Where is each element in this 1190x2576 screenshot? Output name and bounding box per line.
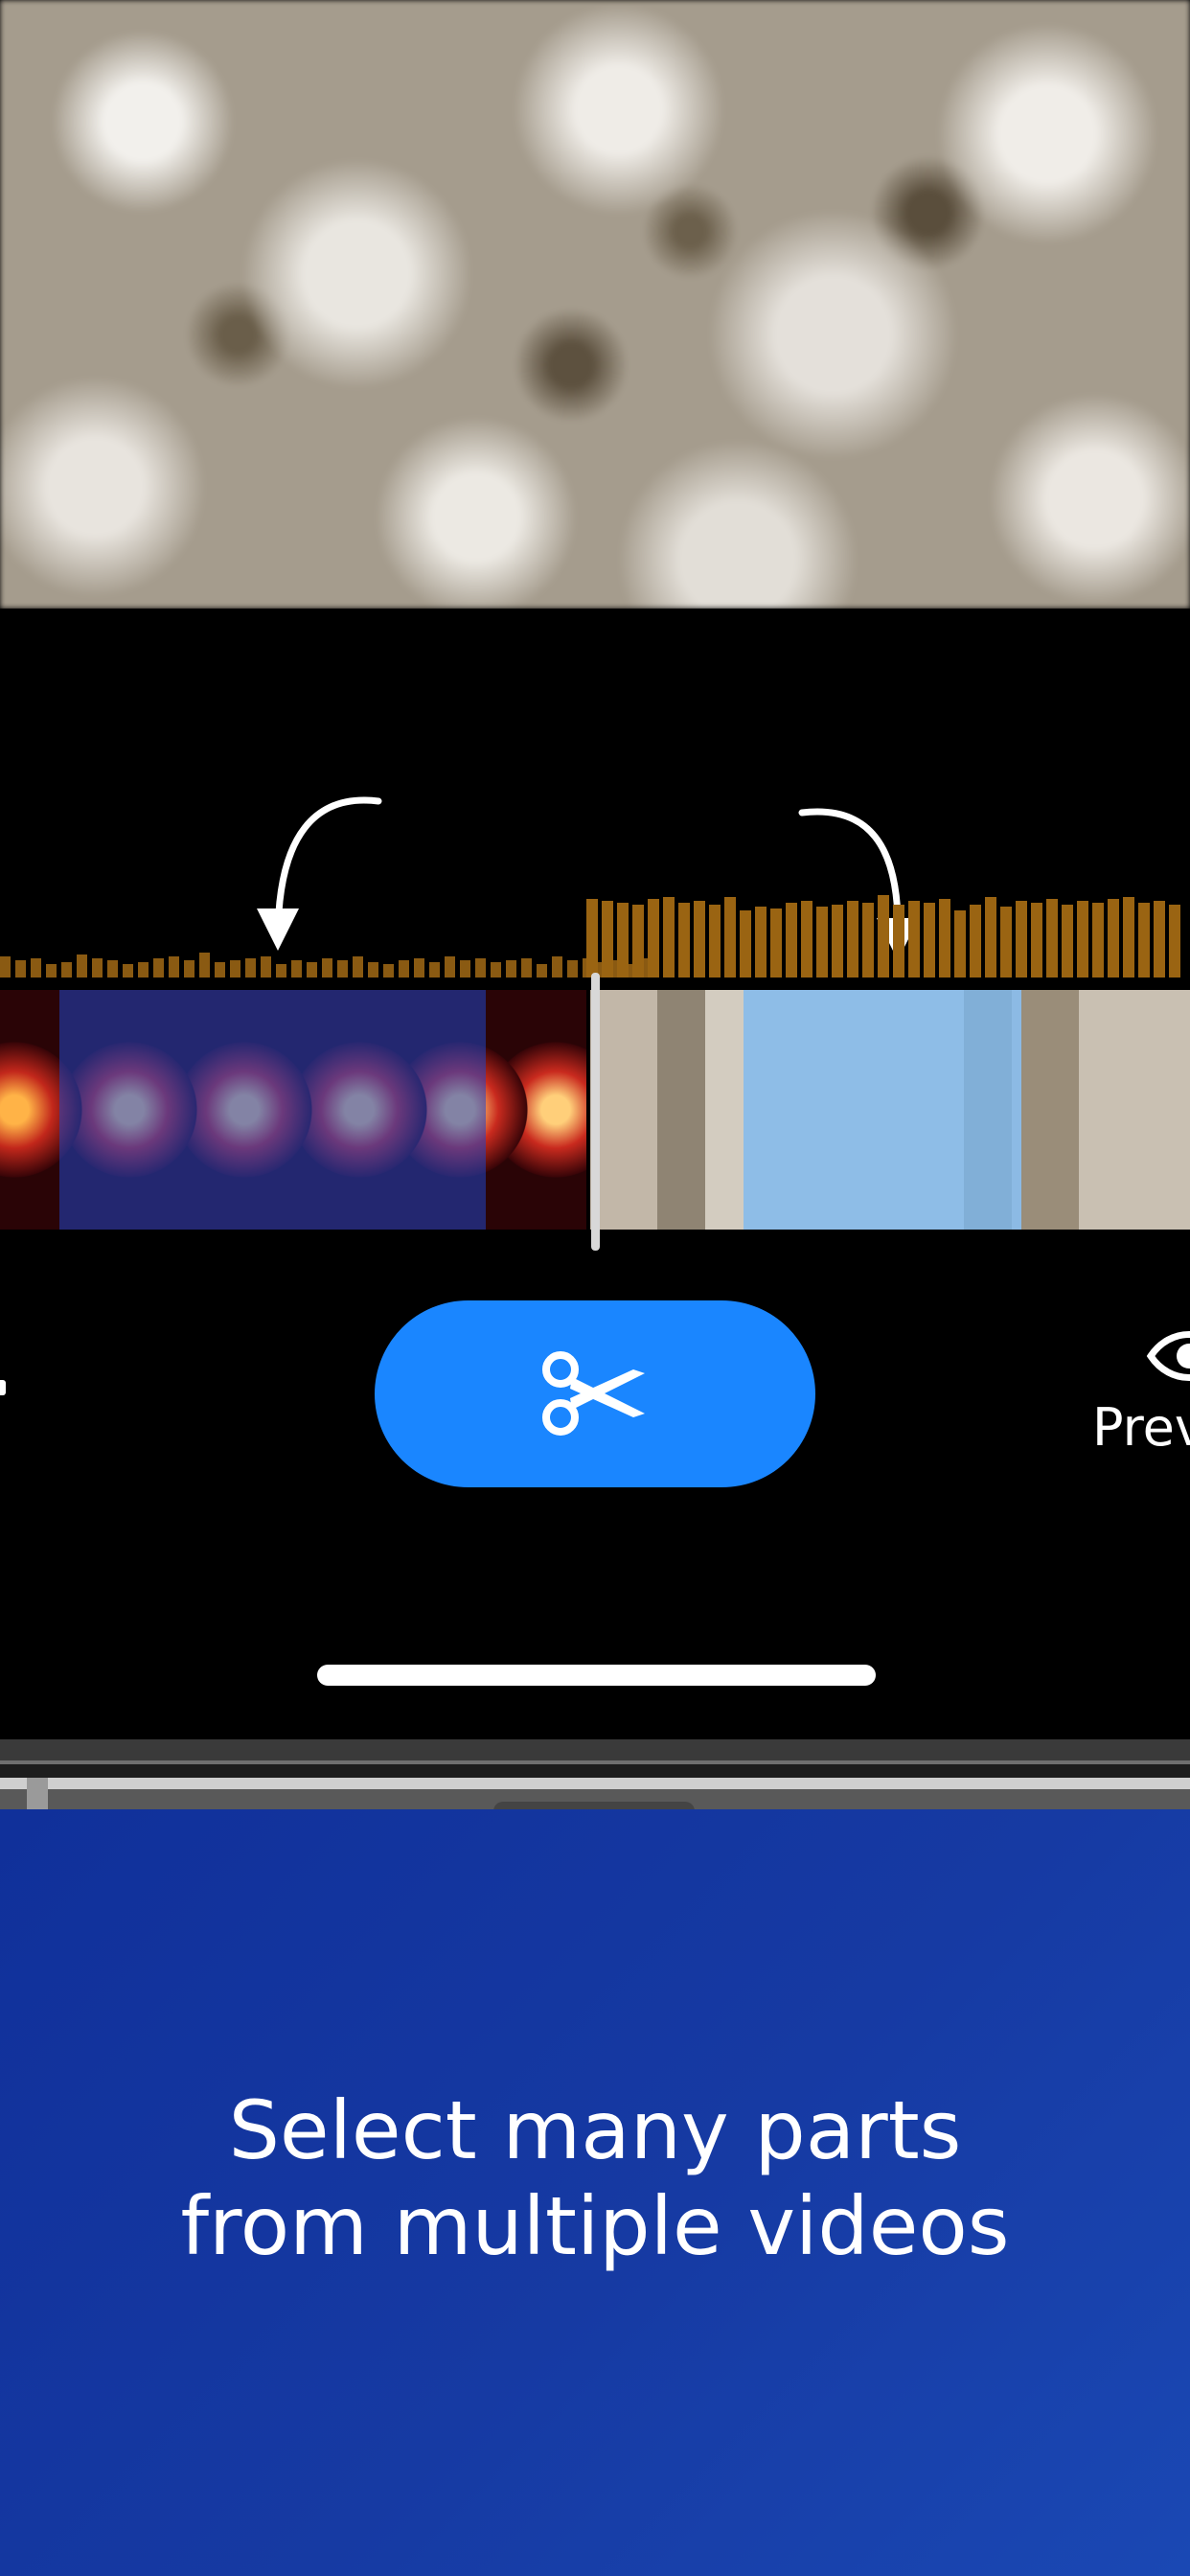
waveform-bar <box>521 958 532 978</box>
waveform-bar <box>694 901 705 978</box>
waveform-bar <box>245 958 256 978</box>
waveform-bar <box>445 956 455 978</box>
waveform-bar <box>893 905 904 978</box>
waveform-bar <box>107 960 118 978</box>
scissors-icon <box>542 1350 645 1436</box>
waveform-bar <box>184 960 195 978</box>
waveform-bar <box>1092 903 1104 978</box>
selected-range-right[interactable] <box>744 990 1021 1230</box>
waveform-bar <box>939 899 950 978</box>
waveform-bar <box>491 962 501 978</box>
waveform-bar <box>291 960 302 978</box>
home-indicator[interactable] <box>317 1665 876 1686</box>
audio-waveform <box>0 891 1190 978</box>
device-frame-button <box>27 1778 48 1810</box>
waveform-bar <box>924 903 935 978</box>
waveform-bar <box>307 962 317 978</box>
waveform-bar <box>908 901 920 978</box>
waveform-bar <box>632 905 644 978</box>
waveform-bar <box>46 964 57 978</box>
waveform-bar <box>602 901 613 978</box>
waveform-bar <box>847 901 858 978</box>
waveform-bar <box>368 962 378 978</box>
waveform-bar <box>878 895 889 978</box>
playhead[interactable] <box>591 973 600 1251</box>
selected-range-left[interactable] <box>59 990 486 1230</box>
waveform-bar <box>31 958 41 978</box>
waveform-bar <box>138 962 149 978</box>
caption-line-1: Select many parts <box>228 2083 962 2177</box>
waveform-bar <box>169 956 179 978</box>
waveform-bar <box>261 956 271 978</box>
waveform-bar <box>770 908 782 978</box>
waveform-bar <box>786 903 797 978</box>
waveform-bar <box>460 960 470 978</box>
waveform-bar <box>755 907 767 978</box>
cut-button[interactable] <box>375 1300 815 1487</box>
waveform-bar <box>475 958 486 978</box>
waveform-bar <box>537 964 547 978</box>
waveform-bar <box>648 899 659 978</box>
waveform-bar <box>1062 905 1073 978</box>
waveform-bar <box>199 953 210 978</box>
preview-control[interactable]: Prev <box>1092 1313 1190 1466</box>
waveform-bar <box>832 905 843 978</box>
caption-panel: Select many parts from multiple videos <box>0 1809 1190 2576</box>
waveform-bar <box>1046 899 1058 978</box>
waveform-bar <box>1123 897 1134 978</box>
waveform-bar <box>1016 901 1027 978</box>
waveform-left-clip <box>0 891 654 978</box>
left-control-edge <box>0 1380 6 1395</box>
waveform-bar <box>353 956 363 978</box>
waveform-bar <box>1169 905 1180 978</box>
eye-icon <box>1146 1331 1190 1381</box>
waveform-bar <box>123 964 133 978</box>
waveform-bar <box>816 907 828 978</box>
waveform-bar <box>15 960 26 978</box>
waveform-bar <box>1154 901 1165 978</box>
waveform-bar <box>617 903 629 978</box>
waveform-right-clip <box>586 891 1190 978</box>
waveform-bar <box>709 905 721 978</box>
waveform-bar <box>586 899 598 978</box>
waveform-bar <box>985 897 996 978</box>
waveform-bar <box>678 903 690 978</box>
waveform-bar <box>383 964 394 978</box>
caption-line-2: from multiple videos <box>180 2179 1010 2273</box>
waveform-bar <box>506 960 516 978</box>
waveform-bar <box>215 962 225 978</box>
waveform-bar <box>740 910 751 978</box>
waveform-bar <box>399 960 409 978</box>
waveform-bar <box>552 956 562 978</box>
waveform-bar <box>862 903 874 978</box>
waveform-bar <box>663 897 675 978</box>
waveform-bar <box>970 905 981 978</box>
waveform-bar <box>414 958 424 978</box>
waveform-bar <box>92 958 103 978</box>
app-screen: Prev Select many parts from multiple vid… <box>0 0 1190 2576</box>
waveform-bar <box>77 954 87 978</box>
waveform-bar <box>429 962 440 978</box>
device-frame <box>0 1739 1190 1811</box>
waveform-bar <box>1077 901 1088 978</box>
waveform-bar <box>1108 899 1119 978</box>
video-preview <box>0 0 1190 609</box>
waveform-bar <box>1000 907 1012 978</box>
waveform-bar <box>567 960 578 978</box>
waveform-bar <box>724 897 736 978</box>
waveform-bar <box>1138 903 1150 978</box>
waveform-bar <box>61 962 72 978</box>
waveform-bar <box>276 964 286 978</box>
waveform-bar <box>1031 903 1042 978</box>
caption-text: Select many parts from multiple videos <box>0 2082 1190 2274</box>
preview-label: Prev <box>1092 1397 1190 1458</box>
waveform-bar <box>954 910 966 978</box>
waveform-bar <box>801 901 812 978</box>
waveform-bar <box>230 960 240 978</box>
waveform-bar <box>337 960 348 978</box>
waveform-bar <box>322 958 332 978</box>
waveform-bar <box>0 956 11 978</box>
waveform-bar <box>153 958 164 978</box>
